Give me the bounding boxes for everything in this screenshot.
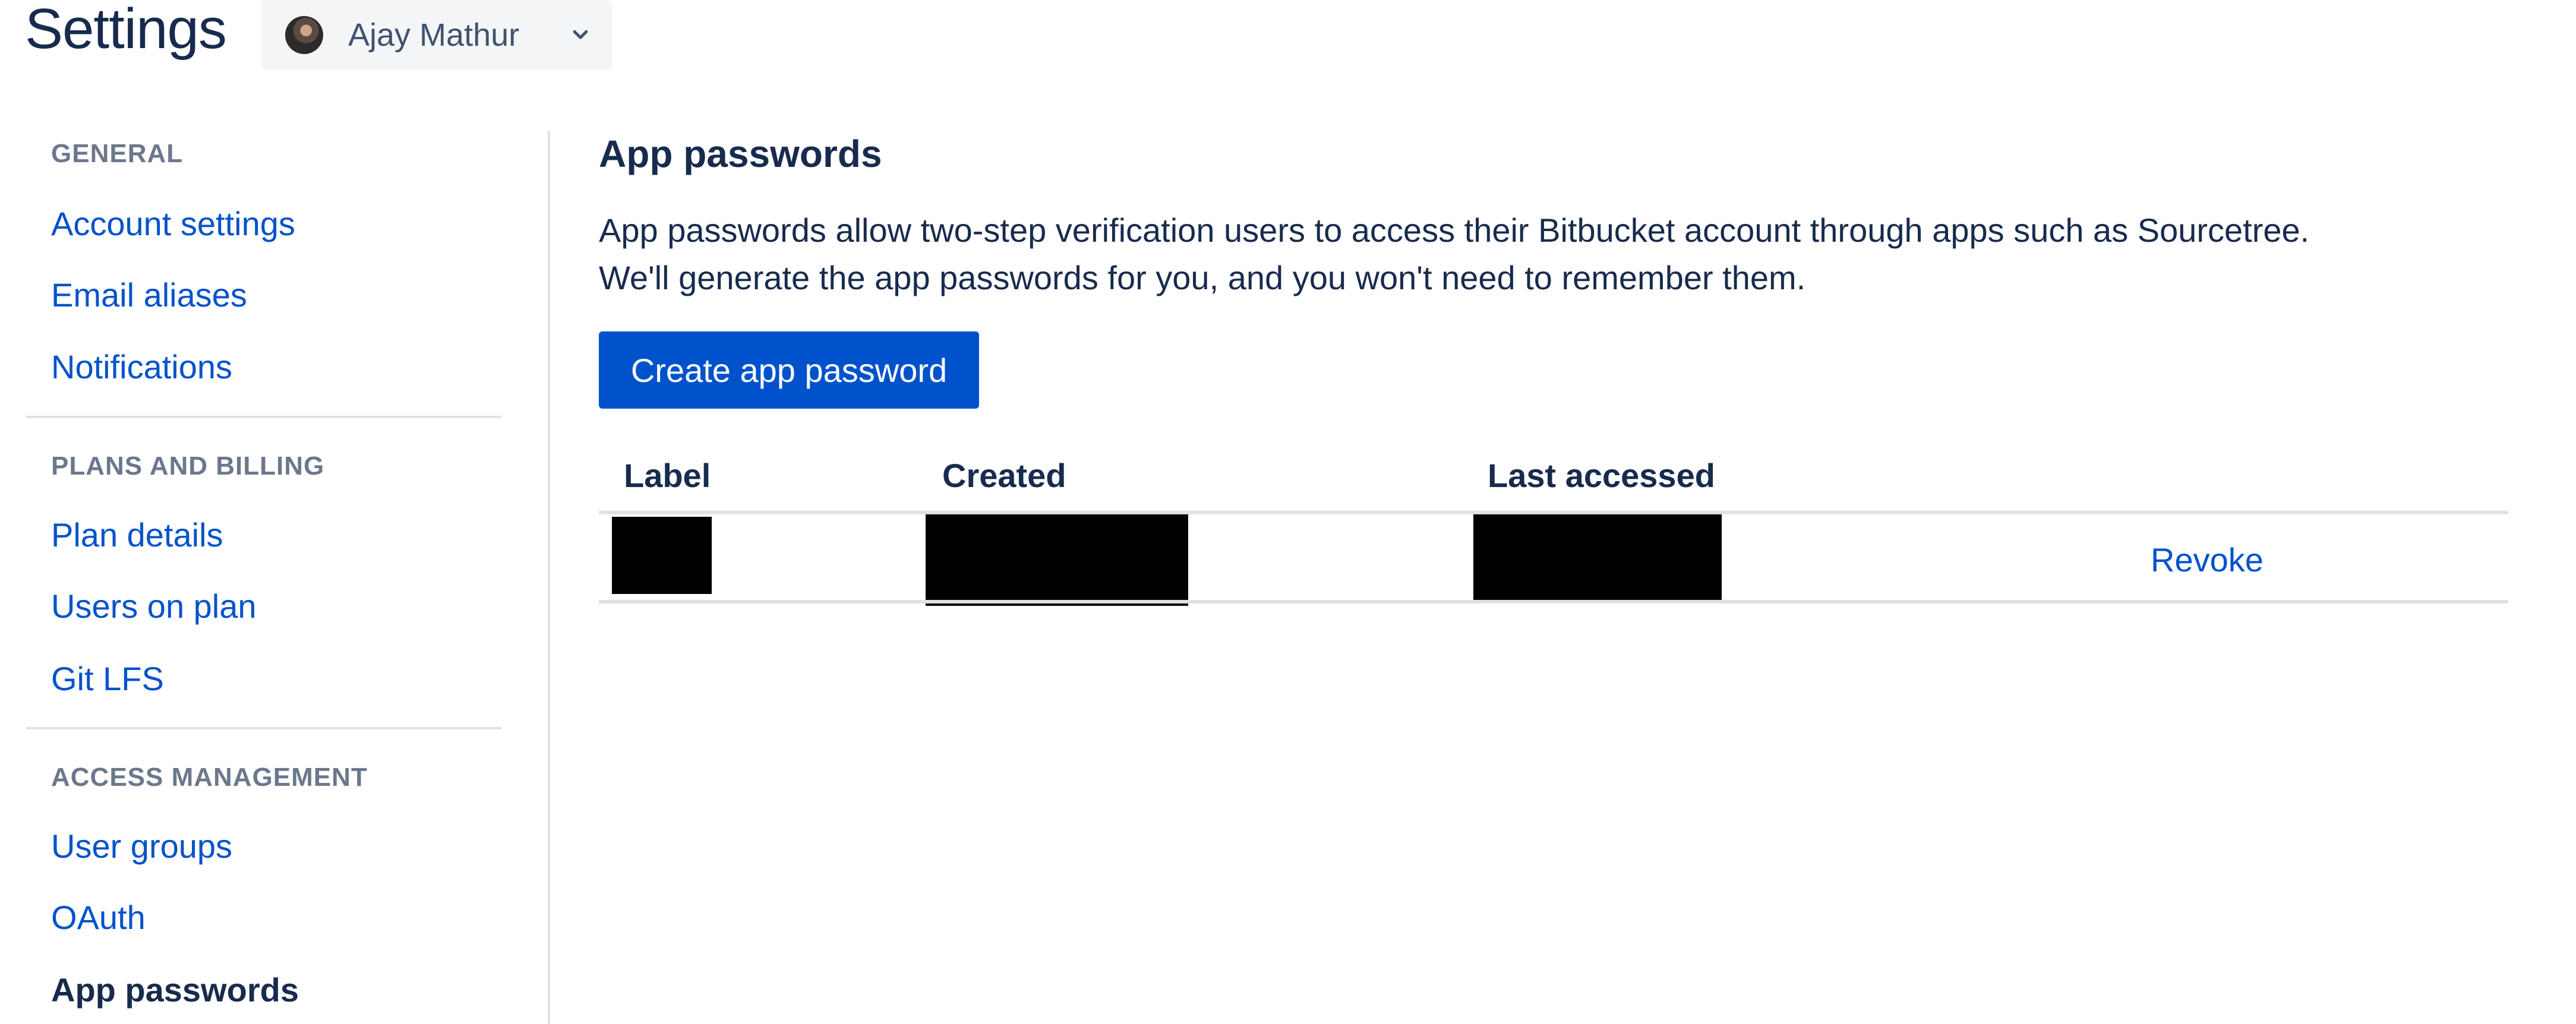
sidebar-item-git-lfs[interactable]: Git LFS: [51, 659, 164, 698]
account-name: Ajay Mathur: [348, 17, 520, 53]
revoke-link[interactable]: Revoke: [2151, 541, 2264, 579]
redacted-label-cell: [612, 517, 712, 594]
sidebar-item-users-on-plan[interactable]: Users on plan: [51, 587, 257, 625]
sidebar-divider: [26, 727, 501, 729]
sidebar-item-notifications[interactable]: Notifications: [51, 347, 232, 386]
table-header: Label Created Last accessed: [599, 440, 2508, 511]
description: App passwords allow two-step verificatio…: [599, 207, 2500, 302]
chevron-down-icon: [573, 30, 588, 39]
table-row-divider: [599, 600, 2508, 603]
sidebar-item-account-settings[interactable]: Account settings: [51, 204, 295, 243]
sidebar-heading-access-management: ACCESS MANAGEMENT: [51, 763, 368, 792]
account-switcher[interactable]: Ajay Mathur: [261, 0, 612, 70]
redacted-created-cell: [926, 514, 1188, 606]
avatar: [285, 16, 323, 54]
column-header-label: Label: [624, 457, 711, 494]
column-header-created: Created: [942, 457, 1066, 494]
sidebar-item-plan-details[interactable]: Plan details: [51, 516, 223, 554]
page-title: Settings: [25, 0, 227, 61]
sidebar-divider: [26, 416, 501, 418]
description-line: We'll generate the app passwords for you…: [599, 259, 1806, 296]
column-header-last-accessed: Last accessed: [1488, 457, 1715, 494]
sidebar-item-email-aliases[interactable]: Email aliases: [51, 276, 247, 314]
sidebar-item-oauth[interactable]: OAuth: [51, 898, 146, 937]
redacted-last-accessed-cell: [1473, 514, 1722, 600]
description-line: App passwords allow two-step verificatio…: [599, 211, 2310, 249]
sidebar-heading-general: GENERAL: [51, 139, 184, 168]
create-app-password-button[interactable]: Create app password: [599, 331, 979, 409]
section-title: App passwords: [599, 132, 882, 175]
sidebar-item-app-passwords[interactable]: App passwords: [51, 971, 299, 1009]
sidebar-heading-plans-and-billing: PLANS AND BILLING: [51, 451, 325, 481]
sidebar-item-user-groups[interactable]: User groups: [51, 827, 232, 865]
table-row: Revoke: [599, 514, 2508, 606]
app-passwords-table: Label Created Last accessed Revoke: [599, 440, 2508, 606]
sidebar-vertical-divider: [548, 131, 550, 1024]
